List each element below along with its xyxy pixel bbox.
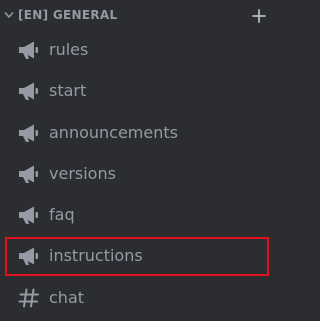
- channel-chat[interactable]: chat: [8, 280, 270, 316]
- megaphone-icon: [19, 41, 38, 59]
- channel-instructions[interactable]: instructions: [8, 238, 270, 274]
- megaphone-icon: [19, 206, 38, 224]
- channel-label: versions: [49, 164, 116, 183]
- channel-label: faq: [49, 205, 75, 224]
- chevron-down-icon: [4, 12, 14, 18]
- channel-label: rules: [49, 40, 89, 59]
- megaphone-icon: [19, 124, 38, 142]
- category-header-en-general[interactable]: [EN] GENERAL: [0, 0, 282, 32]
- channel-label: chat: [49, 288, 85, 307]
- hash-icon: [18, 288, 39, 308]
- channel-faq[interactable]: faq: [8, 197, 270, 233]
- megaphone-icon: [19, 82, 38, 100]
- channel-start[interactable]: start: [8, 73, 270, 109]
- megaphone-icon: [19, 165, 38, 183]
- category-label: [EN] GENERAL: [18, 8, 118, 22]
- channel-label: start: [49, 81, 87, 100]
- channel-versions[interactable]: versions: [8, 156, 270, 192]
- megaphone-icon: [19, 247, 38, 265]
- channel-rules[interactable]: rules: [8, 32, 270, 68]
- channel-announcements[interactable]: announcements: [8, 115, 270, 151]
- plus-icon[interactable]: [250, 7, 268, 25]
- channel-label: instructions: [49, 246, 143, 265]
- channel-label: announcements: [49, 123, 178, 142]
